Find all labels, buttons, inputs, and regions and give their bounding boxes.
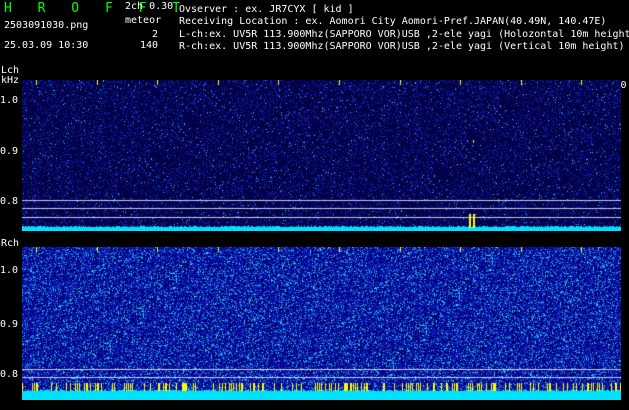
lch-spectrogram: [22, 80, 621, 231]
lch-unit-label: kHz: [1, 75, 20, 86]
meteor-label: meteor: [125, 15, 162, 26]
rch-ytick-3: 0.8: [0, 369, 19, 380]
rch-spectrogram: [22, 247, 621, 400]
lch-ytick-1: 1.0: [0, 95, 19, 106]
rch-receiver-info: R-ch:ex. UV5R 113.900Mhz(SAPPORO VOR)USB…: [179, 41, 625, 52]
channel-mode: 2ch 0.30: [125, 1, 174, 12]
timestamp: 25.03.09 10:30: [4, 40, 89, 51]
meteor-count-lch: 2: [151, 29, 158, 40]
observer-info: Ovserver : ex. JR7CYX [ kid ]: [179, 4, 354, 15]
location-info: Receiving Location : ex. Aomori City Aom…: [179, 16, 607, 27]
rch-ytick-2: 0.9: [0, 319, 19, 330]
header: H R O F F T 2503091030.png 25.03.09 10:3…: [0, 0, 629, 56]
lch-ytick-3: 0.8: [0, 196, 19, 207]
rch-ytick-1: 1.0: [0, 265, 19, 276]
rch-label: Rch: [1, 238, 20, 249]
meteor-count-rch: 140: [139, 40, 158, 51]
image-filename: 2503091030.png: [4, 20, 89, 31]
lch-ytick-2: 0.9: [0, 146, 19, 157]
lch-receiver-info: L-ch:ex. UV5R 113.900Mhz(SAPPORO VOR)USB…: [179, 29, 629, 40]
